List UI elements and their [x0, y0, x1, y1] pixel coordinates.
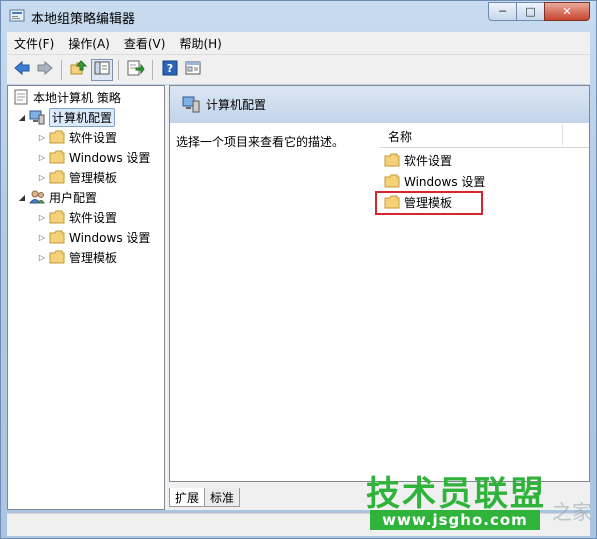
folder-icon: [49, 249, 65, 265]
back-arrow-icon: [13, 60, 31, 79]
list-item-label: 软件设置: [404, 153, 453, 168]
list-item-software-settings[interactable]: 软件设置: [384, 150, 452, 170]
tree-item-computer-config[interactable]: ◢ 计算机配置: [17, 107, 116, 127]
folder-icon: [49, 149, 65, 165]
collapsed-arrow-icon[interactable]: ▷: [37, 173, 47, 182]
show-hide-tree-icon: [94, 60, 110, 79]
tree-item-user-admin-templates[interactable]: ▷ 管理模板: [37, 248, 117, 266]
toolbar: ?: [7, 54, 590, 84]
tree-item-local-policy[interactable]: 本地计算机 策略: [11, 88, 121, 106]
menu-action[interactable]: 操作(A): [61, 35, 117, 52]
menu-file[interactable]: 文件(F): [7, 35, 61, 52]
show-hide-tree-button[interactable]: [91, 58, 113, 81]
watermark: 技术员联盟 之家 www.jsgho.com: [366, 466, 596, 536]
maximize-button[interactable]: □: [516, 2, 545, 21]
caption-buttons: ─ □ ✕: [488, 2, 590, 21]
column-label: 名称: [388, 130, 413, 144]
svg-text:?: ?: [167, 62, 173, 75]
tree-label: 软件设置: [69, 130, 118, 145]
close-button[interactable]: ✕: [544, 2, 590, 21]
navigation-tree: 本地计算机 策略 ◢ 计算机配置 ▷ 软件设置 ▷ Windows 设置 ▷ 管…: [7, 85, 165, 510]
tree-label: 软件设置: [69, 210, 118, 225]
computer-icon: [29, 109, 45, 125]
toolbar-separator: [152, 59, 153, 80]
tree-label: 管理模板: [69, 170, 118, 185]
column-header-name[interactable]: 名称: [380, 123, 589, 148]
tree-item-computer-windows[interactable]: ▷ Windows 设置: [37, 148, 150, 166]
export-list-icon: [127, 60, 145, 79]
watermark-main-text: 技术员联盟: [366, 474, 546, 514]
collapsed-arrow-icon[interactable]: ▷: [37, 133, 47, 142]
watermark-tail-text: 之家: [552, 500, 592, 524]
title-bar[interactable]: 本地组策略编辑器 ─ □ ✕: [1, 1, 596, 32]
tree-item-user-config[interactable]: ◢ 用户配置: [17, 188, 97, 206]
toolbar-separator: [118, 59, 119, 80]
window-title: 本地组策略编辑器: [31, 12, 136, 27]
folder-icon: [384, 173, 400, 189]
expanded-arrow-icon[interactable]: ◢: [17, 113, 27, 122]
tree-item-user-software[interactable]: ▷ 软件设置: [37, 208, 117, 226]
collapsed-arrow-icon[interactable]: ▷: [37, 213, 47, 222]
details-title: 计算机配置: [206, 98, 267, 112]
folder-icon: [49, 169, 65, 185]
properties-button[interactable]: [182, 59, 204, 81]
column-divider[interactable]: [562, 125, 563, 145]
tree-label: Windows 设置: [69, 230, 151, 245]
collapsed-arrow-icon[interactable]: ▷: [37, 153, 47, 162]
collapsed-arrow-icon[interactable]: ▷: [37, 233, 47, 242]
tree-label: Windows 设置: [69, 150, 151, 165]
details-header: 计算机配置: [170, 86, 589, 123]
minimize-button[interactable]: ─: [488, 2, 517, 21]
tree-label: 本地计算机 策略: [33, 90, 121, 105]
tab-extended[interactable]: 扩展: [169, 488, 206, 507]
help-icon: ?: [162, 60, 178, 79]
folder-icon: [49, 209, 65, 225]
up-one-level-button[interactable]: [68, 59, 90, 81]
list-item-label: Windows 设置: [404, 174, 486, 189]
menu-view[interactable]: 查看(V): [117, 35, 173, 52]
computer-config-header-icon: [182, 95, 200, 116]
tree-label-selected: 计算机配置: [49, 107, 116, 127]
menu-help[interactable]: 帮助(H): [172, 35, 228, 52]
highlight-annotation-box: [375, 191, 483, 215]
toolbar-separator: [61, 59, 62, 80]
folder-icon: [49, 229, 65, 245]
content-area: 本地计算机 策略 ◢ 计算机配置 ▷ 软件设置 ▷ Windows 设置 ▷ 管…: [7, 85, 590, 510]
forward-button[interactable]: [34, 59, 56, 81]
tree-item-computer-admin-templates[interactable]: ▷ 管理模板: [37, 168, 117, 186]
list-item-windows-settings[interactable]: Windows 设置: [384, 171, 485, 191]
collapsed-arrow-icon[interactable]: ▷: [37, 253, 47, 262]
menu-bar: 文件(F) 操作(A) 查看(V) 帮助(H): [7, 32, 590, 54]
policy-document-icon: [13, 89, 29, 105]
tab-standard[interactable]: 标准: [204, 488, 241, 507]
export-list-button[interactable]: [125, 59, 147, 81]
tree-item-computer-software[interactable]: ▷ 软件设置: [37, 128, 117, 146]
tree-item-user-windows[interactable]: ▷ Windows 设置: [37, 228, 150, 246]
group-policy-editor-window: 本地组策略编辑器 ─ □ ✕ 文件(F) 操作(A) 查看(V) 帮助(H) ?…: [0, 0, 597, 539]
view-tabs: 扩展 标准: [169, 488, 241, 510]
tree-label: 管理模板: [69, 250, 118, 265]
details-pane: 计算机配置 选择一个项目来查看它的描述。 名称 软件设置 Windows 设置 …: [169, 85, 590, 482]
items-list: 名称 软件设置 Windows 设置 管理模板: [380, 123, 589, 481]
users-icon: [29, 189, 45, 205]
expanded-arrow-icon[interactable]: ◢: [17, 193, 27, 202]
up-folder-icon: [70, 60, 88, 79]
policy-editor-app-icon: [9, 8, 25, 24]
forward-arrow-icon: [36, 60, 54, 79]
help-button[interactable]: ?: [159, 59, 181, 81]
folder-icon: [384, 152, 400, 168]
back-button[interactable]: [11, 59, 33, 81]
watermark-url: www.jsgho.com: [370, 510, 540, 530]
properties-icon: [185, 60, 201, 79]
description-text: 选择一个项目来查看它的描述。: [176, 135, 345, 149]
tree-label: 用户配置: [49, 190, 98, 205]
folder-icon: [49, 129, 65, 145]
